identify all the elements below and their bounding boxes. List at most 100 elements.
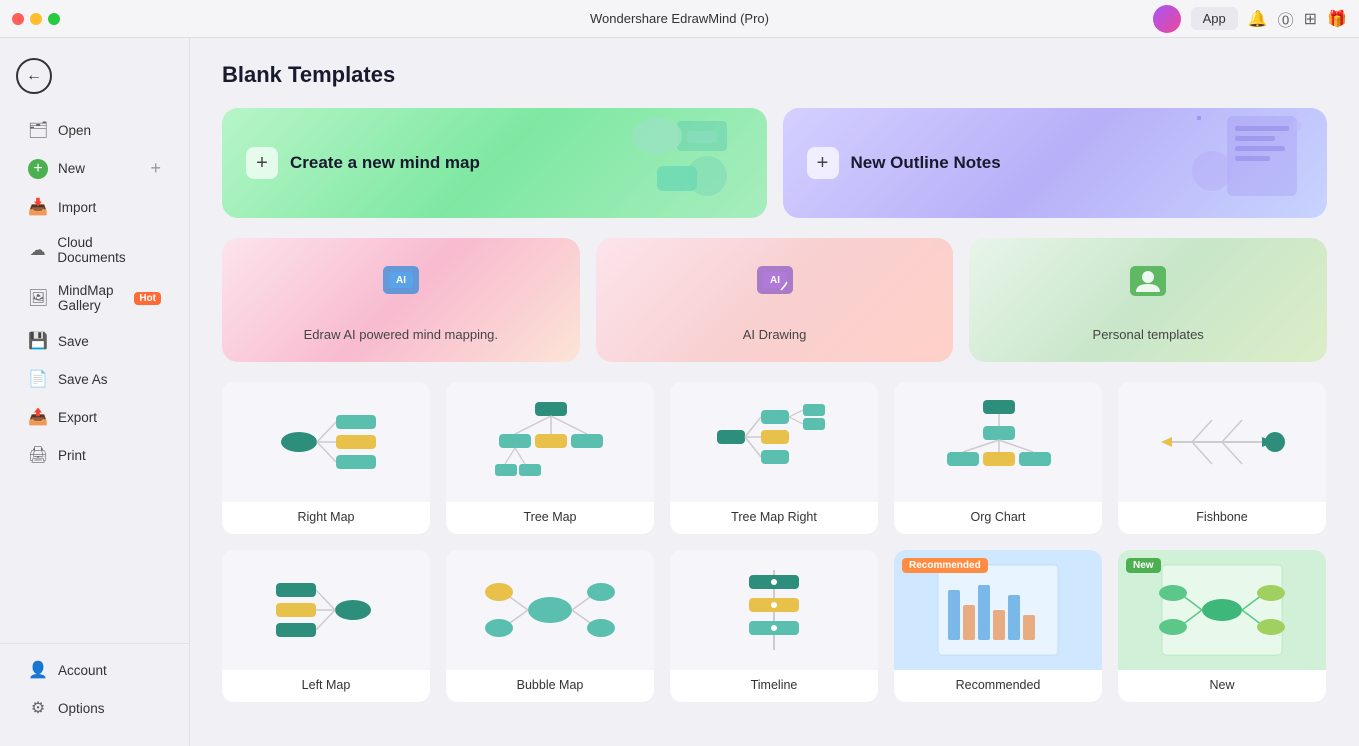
- options-icon: ⚙: [28, 698, 48, 718]
- hero-card-mindmap[interactable]: + Create a new mind map: [222, 108, 767, 218]
- avatar[interactable]: [1153, 5, 1181, 33]
- hero-outline-label: New Outline Notes: [851, 153, 1001, 173]
- sidebar-bottom: 👤 Account ⚙ Options: [0, 643, 189, 736]
- app-body: ← 🗂 Open + New + 📥 Import: [0, 38, 1359, 746]
- timeline-label: Timeline: [670, 670, 878, 702]
- sidebar-item-cloud[interactable]: ☁ Cloud Documents: [16, 227, 173, 273]
- ai-draw-label: AI Drawing: [743, 327, 807, 342]
- template-card-new[interactable]: New New: [1118, 550, 1326, 702]
- hero-row: + Create a new mind map +: [222, 108, 1327, 218]
- sidebar-gallery-label: MindMap Gallery: [58, 283, 124, 313]
- template-card-recommended[interactable]: Recommended Recommended: [894, 550, 1102, 702]
- new-extra-icon[interactable]: +: [150, 158, 161, 179]
- sidebar-item-options[interactable]: ⚙ Options: [16, 690, 173, 726]
- sidebar-item-open[interactable]: 🗂 Open: [16, 112, 173, 148]
- left-map-label: Left Map: [222, 670, 430, 702]
- template-card-bubble[interactable]: Bubble Map: [446, 550, 654, 702]
- hero-outline-decoration: [1187, 111, 1307, 215]
- template-card-tree-map[interactable]: Tree Map: [446, 382, 654, 534]
- template-card-right-map[interactable]: Right Map: [222, 382, 430, 534]
- tree-map-right-preview: [670, 382, 878, 502]
- sidebar-item-account[interactable]: 👤 Account: [16, 652, 173, 688]
- personal-icon: [1124, 258, 1172, 315]
- template-card-timeline[interactable]: Timeline: [670, 550, 878, 702]
- hero-card-outline[interactable]: + New Outline Notes: [783, 108, 1328, 218]
- fishbone-label: Fishbone: [1118, 502, 1326, 534]
- titlebar: Wondershare EdrawMind (Pro) App 🔔 ⓪ ⊞ 🎁: [0, 0, 1359, 38]
- sidebar-cloud-label: Cloud Documents: [57, 235, 161, 265]
- topbar-right: App 🔔 ⓪ ⊞ 🎁: [1153, 5, 1347, 33]
- new-badge: New: [1126, 558, 1161, 573]
- org-chart-preview: [894, 382, 1102, 502]
- left-map-preview: [222, 550, 430, 670]
- sidebar-save-label: Save: [58, 334, 89, 349]
- tree-map-right-label: Tree Map Right: [670, 502, 878, 534]
- help-icon[interactable]: ⓪: [1278, 7, 1294, 31]
- template-card-tree-map-right[interactable]: Tree Map Right: [670, 382, 878, 534]
- app-title: Wondershare EdrawMind (Pro): [590, 11, 769, 26]
- hero-plus-outline: +: [807, 147, 839, 179]
- grid-icon[interactable]: ⊞: [1304, 9, 1317, 29]
- back-button[interactable]: ←: [16, 58, 52, 94]
- hero-plus-mindmap: +: [246, 147, 278, 179]
- gallery-icon: 🖼: [28, 288, 48, 308]
- sidebar-item-saveas[interactable]: 📄 Save As: [16, 361, 173, 397]
- sidebar-saveas-label: Save As: [58, 372, 108, 387]
- feature-card-ai[interactable]: AI Edraw AI powered mind mapping.: [222, 238, 580, 362]
- app-button[interactable]: App: [1191, 7, 1238, 30]
- hero-mindmap-decoration: [627, 111, 747, 215]
- close-button[interactable]: [12, 13, 24, 25]
- export-icon: 📤: [28, 407, 48, 427]
- minimize-button[interactable]: [30, 13, 42, 25]
- hot-badge: Hot: [134, 292, 161, 305]
- tree-map-preview: [446, 382, 654, 502]
- page-title: Blank Templates: [222, 62, 1327, 88]
- timeline-preview: [670, 550, 878, 670]
- template-card-org-chart[interactable]: Org Chart: [894, 382, 1102, 534]
- traffic-lights[interactable]: [12, 13, 60, 25]
- bell-icon[interactable]: 🔔: [1248, 9, 1268, 29]
- hero-card-content-outline: + New Outline Notes: [807, 147, 1001, 179]
- recommended-badge: Recommended: [902, 558, 988, 573]
- share-icon[interactable]: 🎁: [1327, 9, 1347, 29]
- svg-text:AI: AI: [396, 275, 406, 286]
- sidebar-import-label: Import: [58, 200, 96, 215]
- recommended-label: Recommended: [894, 670, 1102, 702]
- sidebar-new-label: New: [58, 161, 85, 176]
- template-card-left-map[interactable]: Left Map: [222, 550, 430, 702]
- sidebar-options-label: Options: [58, 701, 105, 716]
- sidebar-print-label: Print: [58, 448, 86, 463]
- new-plus-icon: +: [28, 159, 48, 179]
- right-map-label: Right Map: [222, 502, 430, 534]
- tree-map-label: Tree Map: [446, 502, 654, 534]
- hero-mindmap-label: Create a new mind map: [290, 153, 480, 173]
- sidebar-item-export[interactable]: 📤 Export: [16, 399, 173, 435]
- sidebar-open-label: Open: [58, 123, 91, 138]
- right-map-preview: [222, 382, 430, 502]
- sidebar-item-import[interactable]: 📥 Import: [16, 189, 173, 225]
- sidebar-item-gallery[interactable]: 🖼 MindMap Gallery Hot: [16, 275, 173, 321]
- maximize-button[interactable]: [48, 13, 60, 25]
- open-icon: 🗂: [28, 120, 48, 140]
- main-content: Blank Templates + Create a new mind map: [190, 38, 1359, 746]
- account-icon: 👤: [28, 660, 48, 680]
- feature-card-personal[interactable]: Personal templates: [969, 238, 1327, 362]
- sidebar-item-save[interactable]: 💾 Save: [16, 323, 173, 359]
- import-icon: 📥: [28, 197, 48, 217]
- new-tpl-label: New: [1118, 670, 1326, 702]
- cloud-icon: ☁: [28, 240, 47, 260]
- bubble-label: Bubble Map: [446, 670, 654, 702]
- hero-card-content-mindmap: + Create a new mind map: [246, 147, 480, 179]
- sidebar-item-new[interactable]: + New +: [16, 150, 173, 187]
- sidebar-item-print[interactable]: 🖨 Print: [16, 437, 173, 473]
- template-row-1: Right Map: [222, 382, 1327, 534]
- feature-card-ai-draw[interactable]: AI AI Drawing: [596, 238, 954, 362]
- sidebar-export-label: Export: [58, 410, 97, 425]
- ai-draw-icon: AI: [751, 258, 799, 315]
- sidebar: ← 🗂 Open + New + 📥 Import: [0, 38, 190, 746]
- ai-icon: AI: [377, 258, 425, 315]
- save-icon: 💾: [28, 331, 48, 351]
- org-chart-label: Org Chart: [894, 502, 1102, 534]
- print-icon: 🖨: [28, 445, 48, 465]
- template-card-fishbone[interactable]: Fishbone: [1118, 382, 1326, 534]
